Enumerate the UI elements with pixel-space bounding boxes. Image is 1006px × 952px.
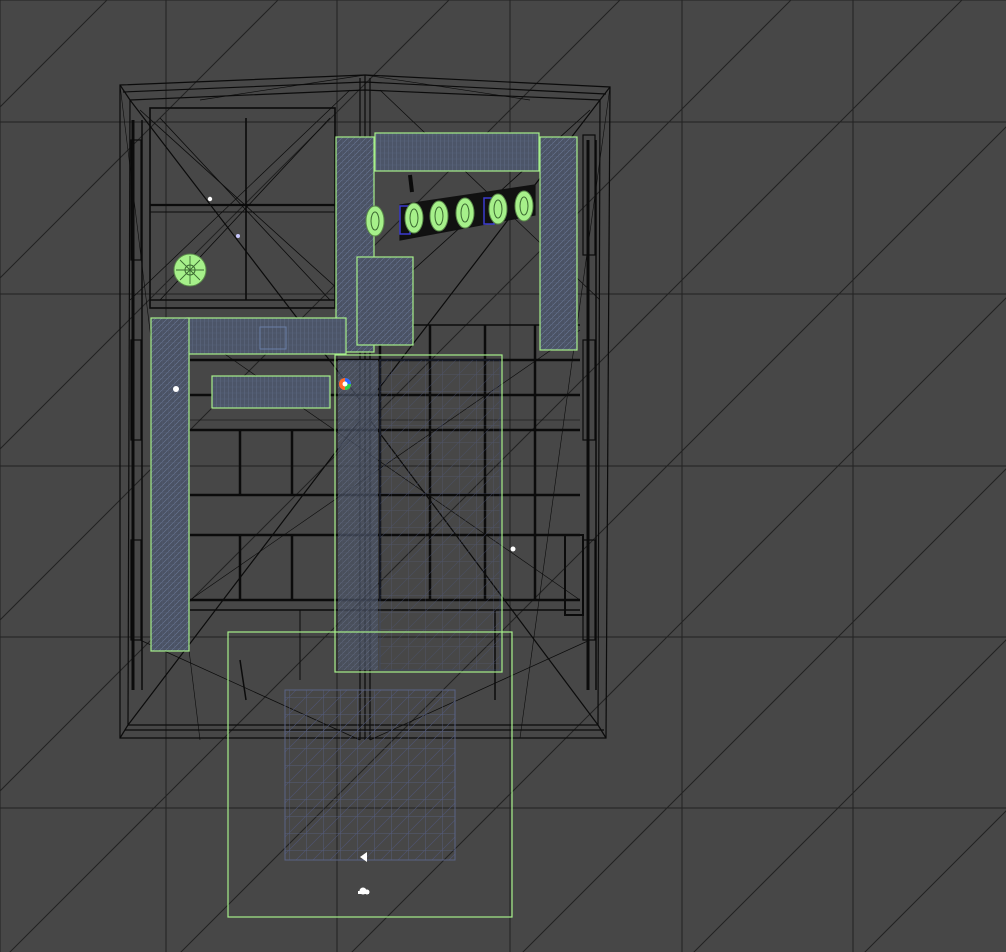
mesh-center-box[interactable] [356, 256, 414, 346]
fan-icon[interactable] [455, 197, 475, 229]
mesh-center-strip[interactable] [338, 360, 378, 670]
fan-icon[interactable] [404, 202, 424, 234]
speaker-icon[interactable] [358, 887, 370, 895]
mesh-floor-grid[interactable] [284, 689, 456, 861]
selected-meshes[interactable] [150, 132, 578, 918]
point-light-icon[interactable] [236, 234, 240, 238]
fan-icon[interactable] [173, 253, 207, 287]
mesh-small-bench[interactable] [211, 375, 331, 409]
viewport-canvas[interactable] [0, 0, 1006, 952]
point-light-icon[interactable] [510, 546, 516, 552]
point-light-icon[interactable] [173, 386, 179, 392]
mesh-left-bench[interactable] [150, 317, 190, 652]
3d-viewport-top-view[interactable] [0, 0, 1006, 952]
fan-icon[interactable] [365, 205, 385, 237]
pivot-gizmo-icon[interactable] [339, 378, 351, 390]
mesh-top-bench[interactable] [374, 132, 540, 172]
fan-icon[interactable] [488, 193, 508, 225]
mesh-right-bench[interactable] [539, 136, 578, 351]
fan-icon[interactable] [514, 190, 534, 222]
point-light-icon[interactable] [207, 196, 213, 202]
fan-icon[interactable] [429, 200, 449, 232]
